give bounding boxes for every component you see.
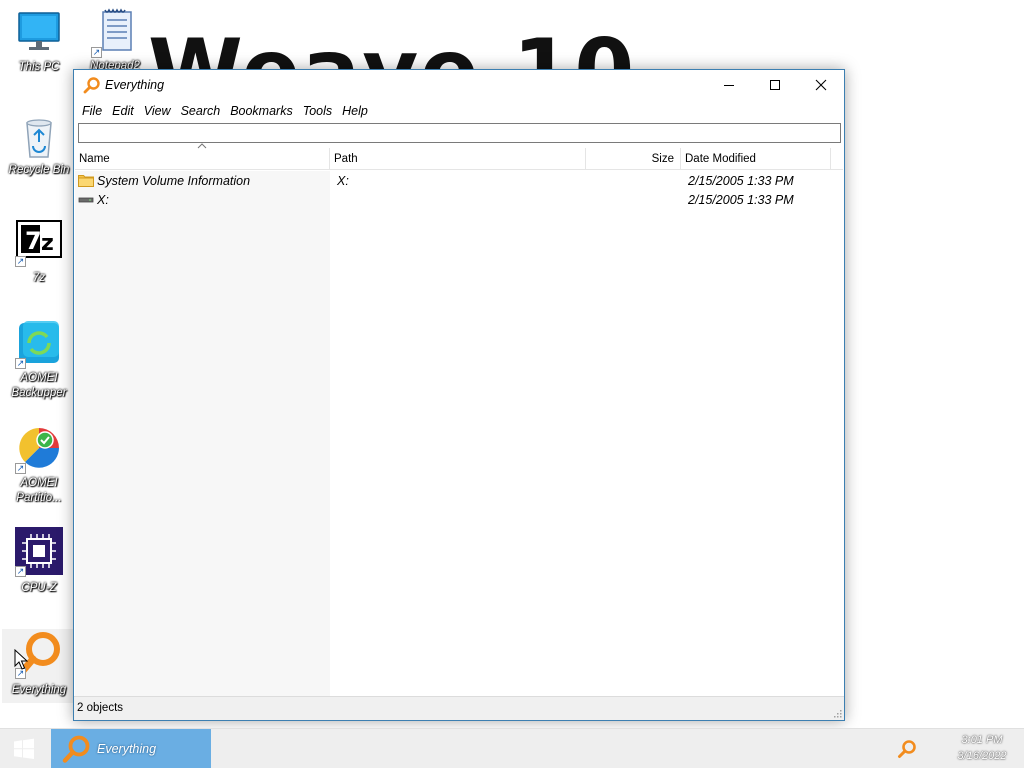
minimize-button[interactable] (706, 70, 752, 100)
desktop-icon-label: 7z (32, 272, 46, 284)
windows-logo-icon (14, 738, 34, 759)
folder-icon (78, 175, 94, 187)
system-clock[interactable]: 3:01 PM 3/16/2022 (950, 732, 1014, 764)
desktop-icon-aomei-backupper[interactable]: ↗ AOMEI Backupper (2, 319, 76, 401)
title-bar[interactable]: Everything (74, 70, 844, 100)
start-button[interactable] (0, 729, 48, 768)
maximize-button[interactable] (752, 70, 798, 100)
search-input[interactable] (78, 123, 841, 143)
clock-date: 3/16/2022 (957, 750, 1007, 762)
everything-tray-icon[interactable] (897, 739, 917, 759)
shortcut-arrow-icon: ↗ (91, 47, 102, 58)
column-header-date-modified[interactable]: Date Modified (681, 148, 831, 170)
column-header-path[interactable]: Path (330, 148, 586, 170)
desktop-icon-cpu-z[interactable]: ↗ CPU-Z (2, 527, 76, 596)
notepad-icon: ↗ (91, 8, 139, 58)
column-header-size[interactable]: Size (586, 148, 681, 170)
mouse-cursor-icon (14, 649, 28, 670)
everything-icon (62, 735, 90, 763)
row-date: 2/15/2005 1:33 PM (688, 173, 794, 188)
status-text: 2 objects (77, 702, 124, 714)
sort-ascending-icon (197, 143, 207, 149)
list-item[interactable]: System Volume Information X: 2/15/2005 1… (75, 171, 843, 190)
desktop-icon-label: Everything (11, 684, 67, 696)
desktop-icon-recycle-bin[interactable]: Recycle Bin (2, 113, 76, 178)
menu-tools[interactable]: Tools (298, 104, 337, 118)
menu-bar: File Edit View Search Bookmarks Tools He… (74, 100, 844, 122)
shortcut-arrow-icon: ↗ (15, 256, 26, 267)
everything-window: Everything File Edit View Search Bookmar… (73, 69, 845, 721)
shortcut-arrow-icon: ↗ (15, 358, 26, 369)
desktop-icon-7z[interactable]: 7 z ↗ 7z (2, 217, 76, 286)
column-header-name[interactable]: Name (75, 143, 330, 170)
taskbar-app-label: Everything (97, 742, 157, 756)
desktop-icon-label: AOMEI Partitio... (16, 477, 62, 504)
desktop-icon-label: CPU-Z (21, 582, 57, 594)
aomei-backupper-icon: ↗ (15, 319, 63, 369)
taskbar-app-everything[interactable]: Everything (51, 729, 211, 768)
recycle-bin-icon (15, 113, 63, 161)
taskbar: Everything 3:01 PM 3/16/2022 (0, 728, 1024, 768)
maximize-icon (770, 80, 780, 90)
aomei-partition-icon: ↗ (15, 424, 63, 474)
menu-search[interactable]: Search (176, 104, 226, 118)
menu-file[interactable]: File (77, 104, 107, 118)
menu-edit[interactable]: Edit (107, 104, 139, 118)
shortcut-arrow-icon: ↗ (15, 566, 26, 577)
svg-text:z: z (41, 231, 54, 256)
cpuz-icon: ↗ (15, 527, 63, 577)
results-list[interactable]: System Volume Information X: 2/15/2005 1… (75, 171, 843, 696)
7zip-icon: 7 z ↗ (15, 217, 63, 267)
monitor-icon (15, 8, 63, 56)
menu-bookmarks[interactable]: Bookmarks (225, 104, 298, 118)
row-name: X: (97, 192, 109, 207)
minimize-icon (724, 85, 734, 86)
window-title: Everything (105, 78, 165, 92)
row-name: System Volume Information (97, 173, 251, 188)
desktop-icon-label: Recycle Bin (8, 164, 70, 176)
desktop-icon-label: This PC (18, 61, 60, 73)
status-bar: 2 objects (74, 696, 844, 720)
close-button[interactable] (798, 70, 844, 100)
list-header: Name Path Size Date Modified (75, 143, 843, 170)
menu-help[interactable]: Help (337, 104, 373, 118)
list-item[interactable]: X: 2/15/2005 1:33 PM (75, 190, 843, 209)
row-date: 2/15/2005 1:33 PM (688, 192, 794, 207)
desktop-icon-aomei-partition[interactable]: ↗ AOMEI Partitio... (2, 424, 76, 506)
everything-app-icon (83, 77, 100, 94)
row-path: X: (337, 173, 349, 188)
desktop-icon-this-pc[interactable]: This PC (2, 8, 76, 75)
shortcut-arrow-icon: ↗ (15, 463, 26, 474)
close-icon (815, 79, 827, 91)
desktop-icon-notepad2[interactable]: ↗ Notepad2 (78, 8, 152, 74)
menu-view[interactable]: View (139, 104, 176, 118)
desktop-icon-label: AOMEI Backupper (11, 372, 67, 399)
drive-icon (78, 197, 94, 203)
resize-grip-icon[interactable] (832, 708, 842, 718)
svg-text:7: 7 (25, 227, 42, 255)
clock-time: 3:01 PM (961, 734, 1003, 746)
